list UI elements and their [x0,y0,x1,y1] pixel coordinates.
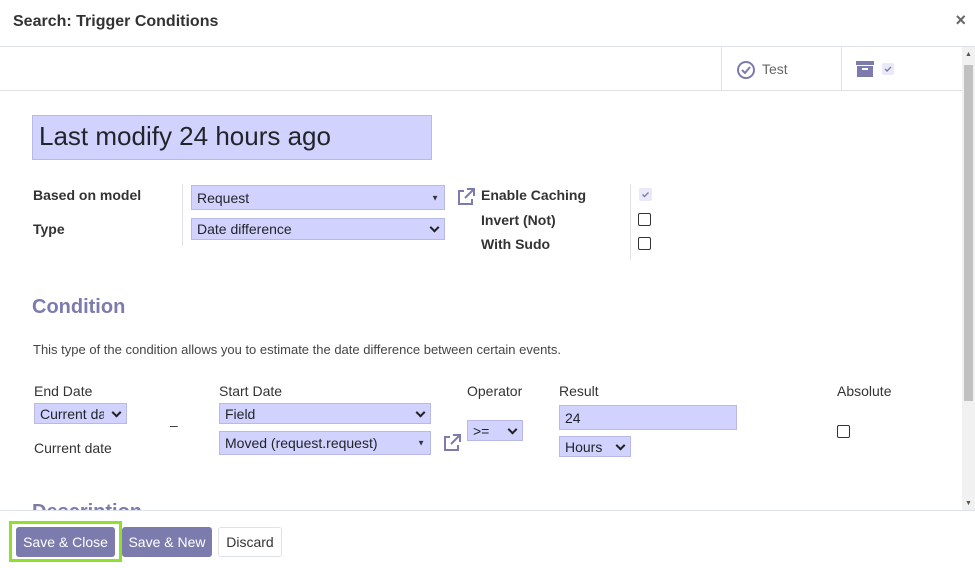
result-unit-value: Hours [565,438,603,455]
enable-caching-label: Enable Caching [481,187,587,203]
result-input[interactable]: 24 [559,405,737,430]
type-select[interactable]: Date difference [191,218,445,240]
section-title-next: Description [32,501,142,510]
result-label: Result [559,383,599,399]
type-label: Type [33,221,65,237]
dialog-footer: Save & Close Save & New Discard [0,510,975,568]
close-icon[interactable]: × [955,10,966,31]
check-circle-icon [737,60,755,79]
end-date-value: Current date [40,405,104,422]
section-title-condition: Condition [32,296,126,318]
chevron-down-icon [111,407,122,418]
absolute-label: Absolute [837,383,892,399]
chevron-down-icon [507,424,518,435]
type-value: Date difference [197,221,292,237]
condition-name-input[interactable]: Last modify 24 hours ago [32,115,432,160]
operator-select[interactable]: >= [467,420,523,441]
dialog: Search: Trigger Conditions × Test ▲ ▼ La… [0,0,975,568]
save-new-button[interactable]: Save & New [122,527,212,557]
start-date-type-select[interactable]: Field [219,403,431,424]
based-on-model-label: Based on model [33,187,142,203]
chevron-down-icon [429,222,440,233]
archive-toggle-button[interactable] [841,47,962,90]
start-date-field-select[interactable]: Moved (request.request) ▼ [219,431,431,455]
based-on-model-select[interactable]: Request ▼ [191,185,445,210]
end-date-text: Current date [34,440,112,456]
condition-help-text: This type of the condition allows you to… [33,342,562,357]
scrollbar[interactable]: ▲ ▼ [962,47,975,510]
external-link-icon[interactable] [456,187,476,207]
operator-label: Operator [467,383,523,399]
operator-value: >= [473,422,490,439]
date-minus-sign: – [170,417,178,433]
form-content: Last modify 24 hours ago Based on model … [0,91,962,510]
test-button[interactable]: Test [721,47,841,90]
test-button-label: Test [762,60,788,77]
with-sudo-checkbox[interactable] [638,237,651,250]
enable-caching-checkbox[interactable] [639,188,652,201]
end-date-select[interactable]: Current date [34,403,127,424]
start-date-type-value: Field [225,405,256,422]
invert-label: Invert (Not) [481,212,556,228]
external-link-icon[interactable] [442,433,462,453]
save-close-button[interactable]: Save & Close [16,527,115,557]
smart-button-box: Test [0,47,962,91]
scroll-thumb[interactable] [964,65,973,401]
start-date-label: Start Date [219,383,283,399]
end-date-label: End Date [34,383,93,399]
invert-checkbox[interactable] [638,213,651,226]
scroll-up-icon[interactable]: ▲ [965,51,972,58]
caret-down-icon: ▼ [417,438,425,448]
archive-icon [856,60,874,77]
start-date-field-value: Moved (request.request) [225,435,378,451]
separator [630,184,631,260]
absolute-checkbox[interactable] [837,425,850,438]
separator [182,184,183,246]
based-on-model-value: Request [197,189,250,206]
dialog-header: Search: Trigger Conditions × [0,0,975,47]
active-check-icon [882,62,894,75]
caret-down-icon: ▼ [431,193,439,202]
result-unit-select[interactable]: Hours [559,436,631,457]
scroll-down-icon[interactable]: ▼ [965,500,972,507]
chevron-down-icon [615,440,626,451]
chevron-down-icon [415,407,426,418]
with-sudo-label: With Sudo [481,236,551,252]
discard-button[interactable]: Discard [218,527,282,557]
dialog-title: Search: Trigger Conditions [13,13,219,30]
